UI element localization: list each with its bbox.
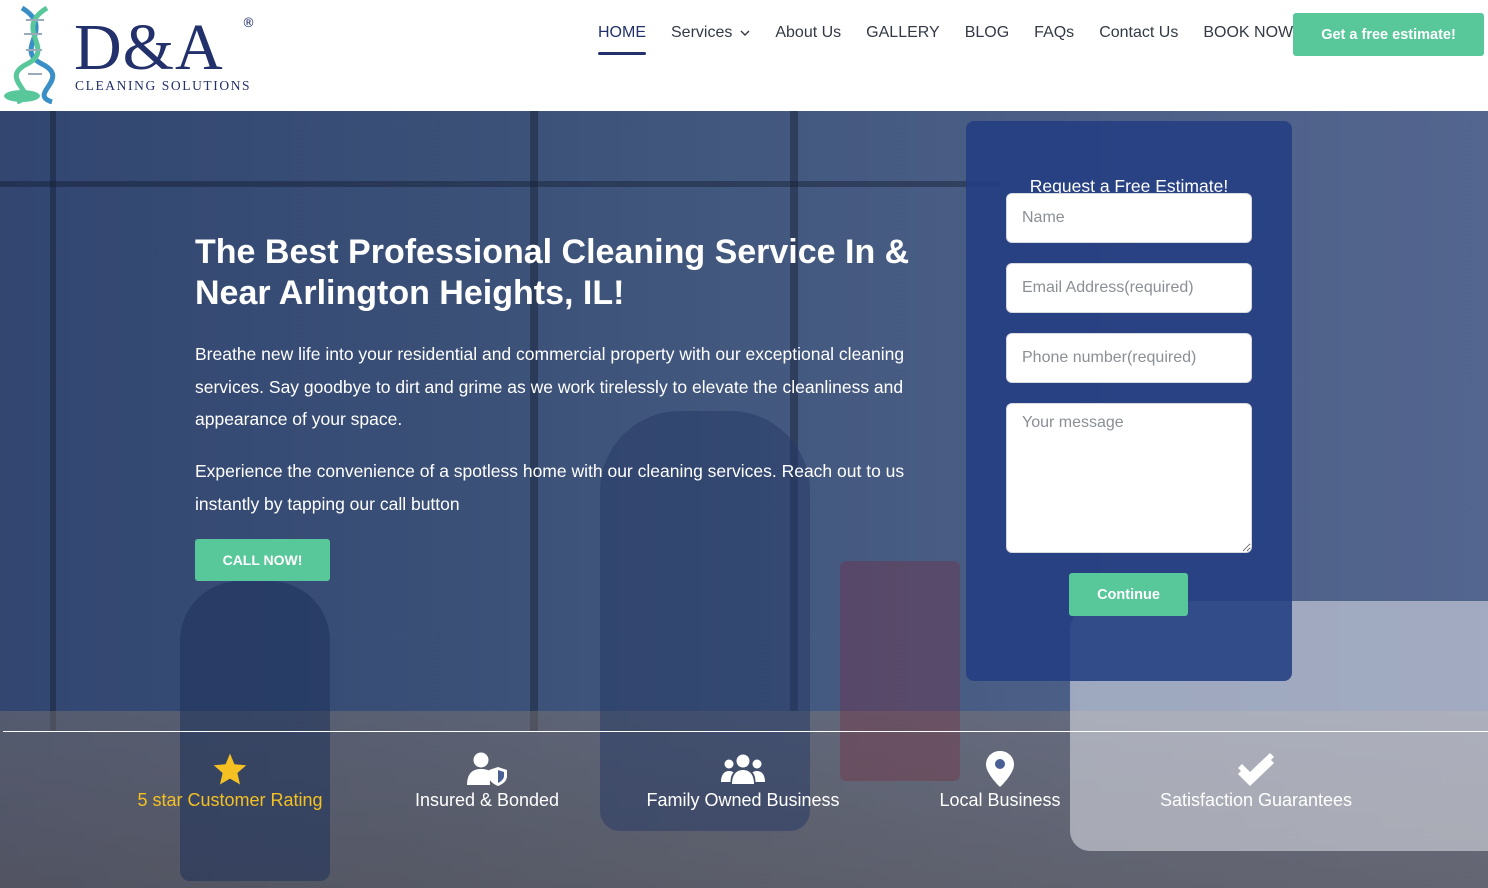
window-frame-top bbox=[0, 181, 1000, 187]
nav-book-label: BOOK NOW bbox=[1203, 24, 1294, 41]
nav-gallery[interactable]: GALLERY bbox=[866, 24, 940, 58]
hero-divider bbox=[3, 731, 1488, 732]
star-icon bbox=[213, 753, 247, 785]
name-input[interactable] bbox=[1006, 193, 1252, 243]
estimate-form: Request a Free Estimate! Continue bbox=[966, 121, 1292, 681]
map-pin-icon bbox=[986, 751, 1014, 787]
nav-faqs-label: FAQs bbox=[1034, 24, 1075, 41]
hero-paragraph-1: Breathe new life into your residential a… bbox=[195, 344, 905, 429]
feature-label: Satisfaction Guarantees bbox=[1159, 790, 1353, 810]
feature-star-rating: 5 star Customer Rating bbox=[110, 751, 350, 811]
dna-helix-icon bbox=[4, 5, 56, 104]
user-shield-icon bbox=[467, 752, 507, 786]
message-textarea[interactable] bbox=[1006, 403, 1252, 553]
main-nav: HOME Services About Us GALLERY BLOG FAQs… bbox=[598, 24, 1318, 58]
brand-tagline: CLEANING SOLUTIONS bbox=[75, 78, 252, 93]
chevron-down-icon bbox=[740, 30, 750, 36]
nav-book-now[interactable]: BOOK NOW bbox=[1203, 24, 1293, 58]
email-input[interactable] bbox=[1006, 263, 1252, 313]
double-check-icon bbox=[1238, 753, 1274, 786]
nav-gallery-label: GALLERY bbox=[866, 24, 940, 41]
logo[interactable]: D&A ® CLEANING SOLUTIONS bbox=[2, 4, 262, 104]
nav-blog-label: BLOG bbox=[964, 24, 1010, 41]
nav-contact-label: Contact Us bbox=[1099, 24, 1179, 41]
nav-about-label: About Us bbox=[775, 24, 842, 41]
call-now-button[interactable]: CALL NOW! bbox=[195, 539, 330, 581]
feature-label: 5 star Customer Rating bbox=[137, 790, 323, 810]
feature-insured-bonded: Insured & Bonded bbox=[367, 751, 607, 811]
get-free-estimate-button[interactable]: Get a free estimate! bbox=[1293, 13, 1484, 56]
continue-button[interactable]: Continue bbox=[1069, 573, 1188, 616]
nav-blog[interactable]: BLOG bbox=[965, 24, 1009, 58]
users-icon bbox=[721, 754, 765, 784]
brand-name: D&A bbox=[74, 11, 224, 84]
window-frame-left bbox=[50, 111, 56, 731]
phone-input[interactable] bbox=[1006, 333, 1252, 383]
feature-family-owned: Family Owned Business bbox=[623, 751, 863, 811]
hero-title: The Best Professional Cleaning Service I… bbox=[195, 233, 910, 312]
feature-label: Family Owned Business bbox=[646, 790, 840, 810]
nav-services-label: Services bbox=[671, 24, 733, 41]
feature-local-business: Local Business bbox=[880, 751, 1120, 811]
site-header: D&A ® CLEANING SOLUTIONS HOME Services A… bbox=[0, 0, 1488, 111]
feature-label: Local Business bbox=[939, 790, 1061, 810]
cleaning-cart bbox=[840, 561, 960, 781]
nav-home-label: HOME bbox=[598, 24, 646, 41]
hero-paragraph-2: Experience the convenience of a spotless… bbox=[195, 461, 905, 514]
feature-satisfaction: Satisfaction Guarantees bbox=[1136, 751, 1376, 811]
nav-services[interactable]: Services bbox=[671, 24, 750, 58]
feature-label: Insured & Bonded bbox=[414, 790, 560, 810]
registered-mark: ® bbox=[242, 16, 255, 31]
nav-home[interactable]: HOME bbox=[598, 24, 646, 58]
nav-contact-us[interactable]: Contact Us bbox=[1099, 24, 1178, 58]
hero-section: The Best Professional Cleaning Service I… bbox=[0, 111, 1488, 888]
nav-about-us[interactable]: About Us bbox=[775, 24, 841, 58]
nav-faqs[interactable]: FAQs bbox=[1034, 24, 1074, 58]
